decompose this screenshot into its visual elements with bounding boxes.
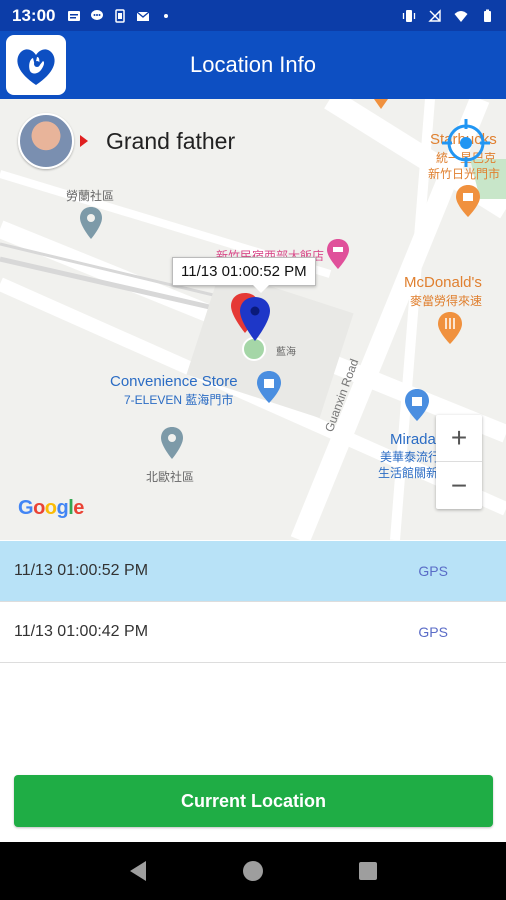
place-pin-icon	[80, 207, 102, 239]
app-bar: Location Info	[0, 31, 506, 99]
place-pin-icon	[161, 427, 183, 459]
map-label-area1: 勞蘭社區	[66, 189, 115, 203]
location-markers[interactable]	[230, 293, 278, 363]
home-icon	[242, 861, 263, 881]
battery-saver-icon	[115, 8, 126, 23]
hotel-pin-icon	[327, 239, 349, 269]
recents-button[interactable]	[355, 858, 381, 884]
shopping-bag-pin-icon	[405, 389, 429, 421]
map-label-seven-eleven: 7-ELEVEN 藍海門市	[124, 393, 234, 407]
map-label-mcdonalds-cn: 麥當勞得來速	[410, 294, 483, 308]
home-button[interactable]	[240, 858, 266, 884]
history-row[interactable]: 11/13 01:00:42 PM GPS	[0, 602, 506, 663]
no-signal-icon	[428, 8, 441, 22]
map-label-mirada-cn1: 美華泰流行	[380, 450, 441, 464]
mail-icon	[137, 11, 150, 21]
dot-icon	[164, 13, 169, 18]
map-label-mcdonalds: McDonald's	[404, 274, 482, 291]
history-time: 11/13 01:00:52 PM	[14, 562, 149, 579]
crosshair-icon[interactable]	[440, 117, 492, 169]
map-label-mirada: Mirada	[390, 431, 436, 448]
battery-icon	[484, 9, 491, 22]
orange-pin-partial-icon	[374, 99, 388, 109]
wifi-icon	[454, 10, 468, 22]
profile-name: Grand father	[106, 127, 236, 154]
history-time: 11/13 01:00:42 PM	[14, 623, 149, 640]
caret-right-icon	[80, 135, 88, 147]
map-view[interactable]: 勞蘭社區 北歐社區 Convenience Store 7-ELEVEN 藍海門…	[0, 99, 506, 540]
map-label-landmark: 藍海	[276, 347, 296, 358]
page-title: Location Info	[190, 52, 316, 77]
marker-time-tooltip: 11/13 01:00:52 PM	[172, 257, 316, 293]
google-logo: Google	[18, 497, 84, 519]
history-source: GPS	[418, 624, 448, 640]
system-nav-bar	[0, 842, 506, 900]
heart-hand-icon	[17, 49, 55, 85]
system-icons	[402, 8, 494, 23]
cafe-pin-icon	[456, 185, 480, 217]
status-time: 13:00	[12, 5, 56, 25]
zoom-controls: + −	[436, 415, 482, 509]
history-source: GPS	[418, 563, 448, 579]
zoom-in-button[interactable]: +	[436, 415, 482, 462]
chat-icon	[91, 9, 104, 20]
back-icon	[129, 861, 146, 881]
message-icon	[68, 10, 81, 21]
avatar[interactable]	[18, 113, 74, 169]
recents-icon	[359, 862, 378, 880]
status-bar: 13:00	[0, 0, 506, 31]
map-label-area2: 北歐社區	[146, 470, 195, 484]
back-button[interactable]	[125, 858, 151, 884]
current-location-button[interactable]: Current Location	[14, 775, 493, 827]
map-label-convenience-store: Convenience Store	[110, 373, 238, 390]
vibrate-icon	[402, 9, 416, 22]
notification-icons	[67, 8, 173, 23]
app-logo[interactable]	[6, 35, 66, 95]
history-row[interactable]: 11/13 01:00:52 PM GPS	[0, 541, 506, 602]
zoom-out-button[interactable]: −	[436, 462, 482, 509]
profile-header[interactable]: Grand father	[18, 113, 235, 169]
location-history-list: 11/13 01:00:52 PM GPS 11/13 01:00:42 PM …	[0, 541, 506, 663]
restaurant-pin-icon	[438, 312, 462, 344]
shopping-bag-pin-icon	[257, 371, 281, 403]
